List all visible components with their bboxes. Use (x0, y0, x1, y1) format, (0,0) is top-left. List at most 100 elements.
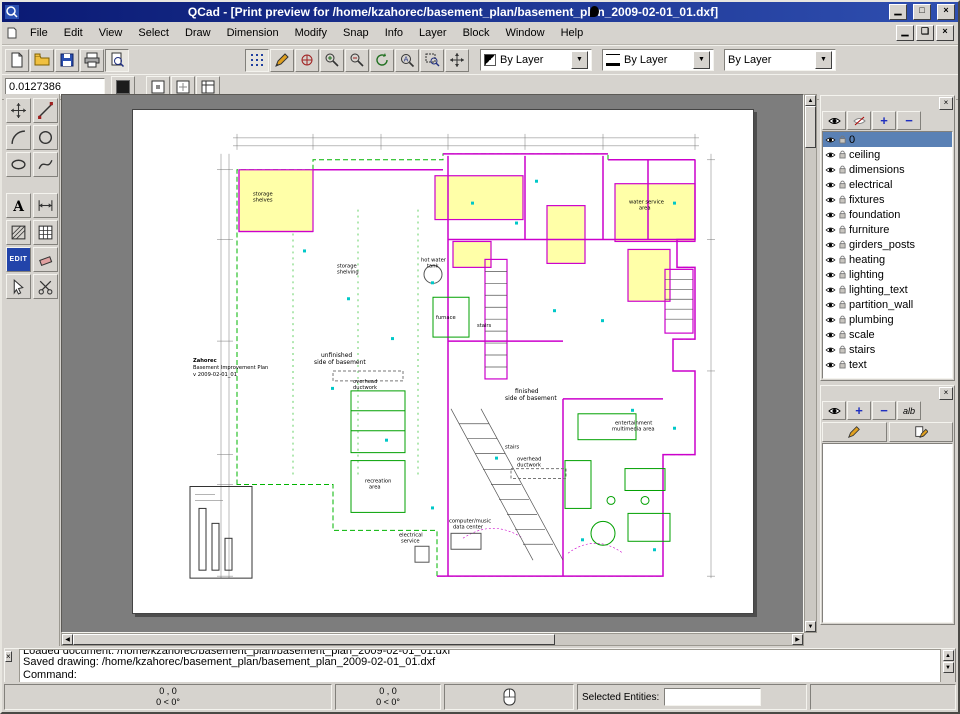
layer-visibility-eye-icon[interactable] (825, 301, 836, 309)
menu-item[interactable]: View (91, 25, 131, 41)
dimension-tool-button[interactable] (33, 193, 58, 218)
add-layer-button[interactable]: + (872, 111, 896, 130)
close-button[interactable]: × (937, 4, 955, 20)
layer-visibility-eye-icon[interactable] (825, 166, 836, 174)
layer-lock-icon[interactable] (839, 180, 846, 189)
layer-row[interactable]: ceiling (823, 147, 952, 162)
menu-item[interactable]: Layer (411, 25, 455, 41)
layer-lock-icon[interactable] (839, 195, 846, 204)
layer-visibility-eye-icon[interactable] (825, 256, 836, 264)
layer-row[interactable]: foundation (823, 207, 952, 222)
mdi-restore-button[interactable]: ❏ (916, 25, 934, 41)
layer-lock-icon[interactable] (839, 150, 846, 159)
layer-row[interactable]: electrical (823, 177, 952, 192)
horizontal-scroll-thumb[interactable] (73, 634, 555, 645)
show-all-blocks-button[interactable] (822, 401, 846, 420)
layer-visibility-eye-icon[interactable] (825, 271, 836, 279)
zoom-auto-button[interactable]: A (395, 49, 419, 72)
line-type-combo[interactable]: By Layer ▼ (724, 49, 836, 71)
vertical-scrollbar[interactable]: ▲ ▼ (804, 94, 817, 633)
snap-button[interactable] (295, 49, 319, 72)
scroll-up-button[interactable]: ▲ (805, 95, 816, 106)
menu-item[interactable]: Dimension (219, 25, 287, 41)
command-scroll-down-button[interactable]: ▼ (943, 662, 954, 673)
layer-lock-icon[interactable] (839, 165, 846, 174)
layer-visibility-eye-icon[interactable] (825, 361, 836, 369)
erase-tool-button[interactable] (33, 247, 58, 272)
layer-lock-icon[interactable] (839, 240, 846, 249)
zoom-pan-button[interactable] (445, 49, 469, 72)
layer-lock-icon[interactable] (839, 225, 846, 234)
zoom-redraw-button[interactable] (370, 49, 394, 72)
menu-item[interactable]: Snap (335, 25, 377, 41)
dropdown-arrow-icon[interactable]: ▼ (571, 51, 588, 69)
block-panel-close-icon[interactable]: × (939, 387, 953, 400)
block-list[interactable] (822, 443, 953, 623)
add-block-button[interactable]: + (847, 401, 871, 420)
pen-color-combo[interactable]: By Layer ▼ (480, 49, 592, 71)
command-input[interactable] (81, 669, 937, 681)
layer-row[interactable]: fixtures (823, 192, 952, 207)
grid-toggle-button[interactable] (245, 49, 269, 72)
layer-visibility-eye-icon[interactable] (825, 151, 836, 159)
edit-tool-button[interactable]: EDIT (6, 247, 31, 272)
layer-row[interactable]: dimensions (823, 162, 952, 177)
layer-panel-close-icon[interactable]: × (939, 97, 953, 110)
command-dock-close-icon[interactable]: × (5, 651, 12, 662)
modify-tool-button[interactable] (33, 274, 58, 299)
dropdown-arrow-icon[interactable]: ▼ (815, 51, 832, 69)
open-file-button[interactable] (30, 49, 54, 72)
rename-block-button[interactable]: alb (897, 401, 921, 420)
remove-layer-button[interactable]: − (897, 111, 921, 130)
menu-item[interactable]: Block (455, 25, 498, 41)
edit-block-button[interactable] (822, 422, 887, 442)
new-file-button[interactable] (5, 49, 29, 72)
table-tool-button[interactable] (33, 220, 58, 245)
select-tool-button[interactable] (6, 274, 31, 299)
scroll-left-button[interactable]: ◀ (62, 634, 73, 645)
layer-visibility-eye-icon[interactable] (825, 226, 836, 234)
layer-lock-icon[interactable] (839, 255, 846, 264)
create-block-from-selection-button[interactable] (889, 422, 954, 442)
mdi-close-button[interactable]: × (936, 25, 954, 41)
print-preview-canvas[interactable]: Zahorec Basement Improvement Plan v 2009… (61, 94, 804, 633)
maximize-button[interactable]: □ (913, 4, 931, 20)
layer-visibility-eye-icon[interactable] (825, 196, 836, 204)
menu-item[interactable]: Info (377, 25, 411, 41)
pen-width-combo[interactable]: By Layer ▼ (602, 49, 714, 71)
layer-row[interactable]: scale (823, 327, 952, 342)
menu-item[interactable]: Help (553, 25, 592, 41)
spline-tool-button[interactable] (33, 152, 58, 177)
layer-row[interactable]: text (823, 357, 952, 372)
circle-tool-button[interactable] (33, 125, 58, 150)
menu-item[interactable]: File (22, 25, 56, 41)
hide-all-layers-button[interactable] (847, 111, 871, 130)
layer-row[interactable]: stairs (823, 342, 952, 357)
layer-lock-icon[interactable] (839, 345, 846, 354)
print-preview-button[interactable] (105, 49, 129, 72)
menu-item[interactable]: Modify (287, 25, 335, 41)
move-tool-button[interactable] (6, 98, 31, 123)
text-tool-button[interactable]: A (6, 193, 31, 218)
layer-lock-icon[interactable] (839, 330, 846, 339)
layer-lock-icon[interactable] (839, 300, 846, 309)
zoom-window-button[interactable] (420, 49, 444, 72)
save-button[interactable] (55, 49, 79, 72)
layer-visibility-eye-icon[interactable] (825, 241, 836, 249)
layer-visibility-eye-icon[interactable] (825, 211, 836, 219)
command-scrollbar[interactable]: ▲ ▼ (941, 649, 955, 683)
layer-lock-icon[interactable] (839, 135, 846, 144)
menu-item[interactable]: Select (130, 25, 177, 41)
scroll-right-button[interactable]: ▶ (792, 634, 803, 645)
layer-lock-icon[interactable] (839, 270, 846, 279)
layer-visibility-eye-icon[interactable] (825, 331, 836, 339)
layer-row[interactable]: lighting (823, 267, 952, 282)
layer-visibility-eye-icon[interactable] (825, 181, 836, 189)
layer-lock-icon[interactable] (839, 315, 846, 324)
layer-row[interactable]: heating (823, 252, 952, 267)
dropdown-arrow-icon[interactable]: ▼ (693, 51, 710, 69)
horizontal-scrollbar[interactable]: ◀ ▶ (61, 633, 804, 646)
mdi-minimize-button[interactable]: ▁ (896, 25, 914, 41)
zoom-out-button[interactable] (345, 49, 369, 72)
layer-row[interactable]: partition_wall (823, 297, 952, 312)
